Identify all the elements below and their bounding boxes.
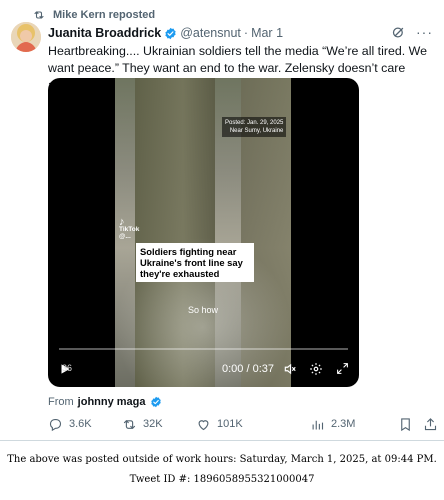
like-button[interactable]: 101K [196, 416, 243, 432]
from-attribution: From johnny maga [48, 395, 165, 409]
author-handle[interactable]: @atensnut [180, 26, 241, 40]
video-player[interactable]: Posted: Jan. 29, 2025 Near Sumy, Ukraine… [48, 78, 359, 387]
video-caption: Soldiers fighting near Ukraine's front l… [136, 243, 254, 282]
repost-icon [34, 11, 44, 19]
verified-badge-icon [150, 396, 161, 408]
repost-button[interactable]: 32K [122, 416, 163, 432]
posted-date: Posted: Jan. 29, 2025 [225, 120, 284, 126]
tweet-card[interactable]: Mike Kern reposted Juanita Broaddrick @a… [0, 0, 444, 440]
from-label: From [48, 396, 74, 408]
tweet-date[interactable]: Mar 1 [251, 26, 283, 40]
reply-icon [49, 418, 62, 431]
share-button[interactable] [423, 416, 444, 432]
repost-text: Mike Kern reposted [53, 9, 156, 21]
footer-note: The above was posted outside of work hou… [0, 450, 444, 490]
views-chart-icon [312, 420, 324, 429]
avatar-image [11, 22, 41, 52]
tweet-actions: 3.6K 32K 101K 2.3M [48, 416, 438, 432]
tiktok-watermark: ♪ TikTok @... [119, 216, 140, 241]
video-overlay-number: 36 [62, 363, 73, 373]
volume-muted-icon[interactable] [283, 362, 297, 376]
bookmark-button[interactable] [398, 416, 419, 432]
settings-gear-icon[interactable] [309, 362, 323, 376]
more-options-icon[interactable]: ··· [416, 25, 432, 41]
author-name[interactable]: Juanita Broaddrick [48, 26, 161, 40]
divider [0, 440, 444, 441]
video-subtitle: So how [188, 305, 219, 315]
video-progress-bar[interactable] [59, 348, 348, 350]
like-count: 101K [217, 418, 243, 430]
posted-location: Near Sumy, Ukraine [229, 128, 284, 134]
fullscreen-expand-icon[interactable] [336, 362, 349, 375]
tiktok-icon: ♪ [119, 216, 125, 228]
footer-tweet-id: Tweet ID #: 1896058955321000047 [129, 474, 315, 485]
repost-icon [123, 419, 136, 429]
footer-posted-time: The above was posted outside of work hou… [7, 454, 437, 465]
bookmark-icon [401, 417, 410, 431]
reply-button[interactable]: 3.6K [48, 416, 92, 432]
from-user-link[interactable]: johnny maga [78, 396, 146, 408]
tweet-header: Juanita Broaddrick @atensnut · Mar 1 ··· [48, 25, 432, 41]
avatar[interactable] [11, 22, 41, 52]
views-button[interactable]: 2.3M [310, 416, 355, 432]
repost-count: 32K [143, 418, 163, 430]
repost-indicator[interactable]: Mike Kern reposted [33, 8, 155, 22]
video-time: 0:00 / 0:37 [222, 363, 274, 375]
posted-overlay: Posted: Jan. 29, 2025 Near Sumy, Ukraine [222, 117, 287, 137]
share-icon [424, 417, 437, 430]
verified-badge-icon [165, 27, 176, 39]
video-controls: 36 0:00 / 0:37 [48, 360, 359, 378]
separator-dot: · [243, 26, 249, 40]
tiktok-user: @... [119, 233, 131, 240]
grok-icon[interactable] [391, 25, 406, 40]
views-count: 2.3M [331, 418, 356, 430]
tiktok-label: TikTok [119, 226, 140, 233]
reply-count: 3.6K [69, 418, 92, 430]
heart-icon [198, 419, 209, 430]
